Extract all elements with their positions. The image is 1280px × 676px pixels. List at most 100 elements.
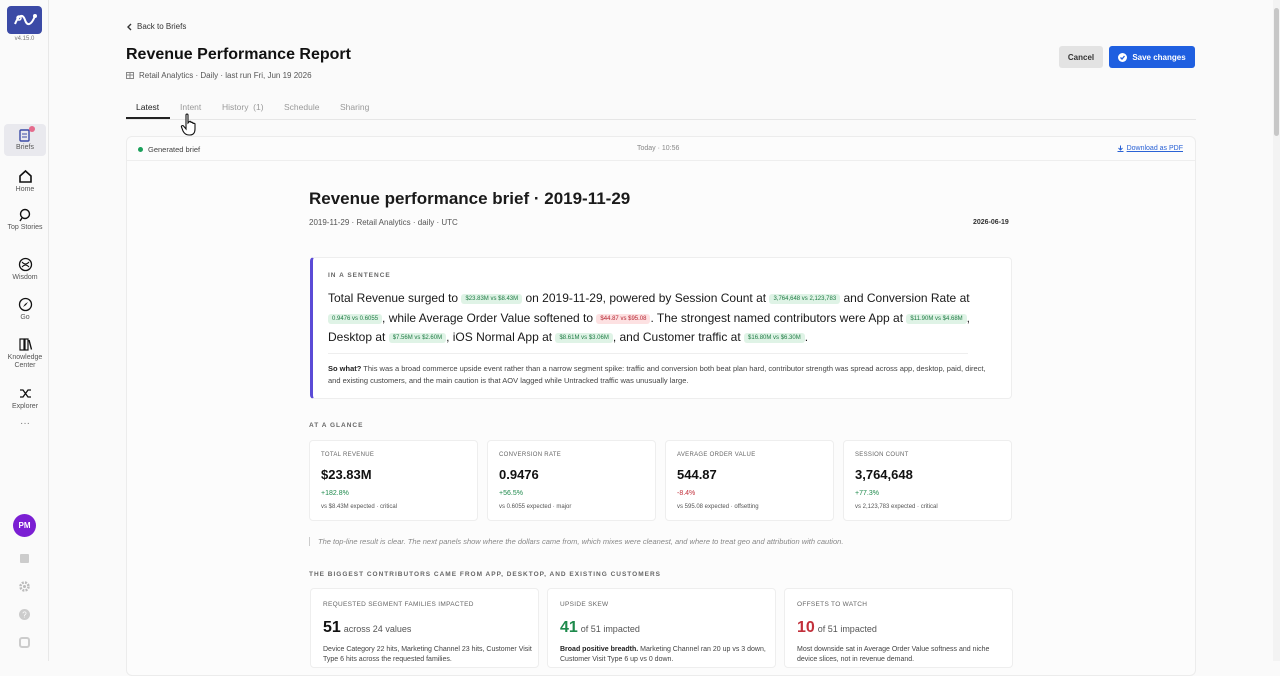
logo-icon — [13, 14, 37, 26]
layers-icon[interactable] — [18, 552, 31, 565]
brand-logo[interactable] — [7, 6, 42, 34]
tab-latest[interactable]: Latest — [136, 102, 159, 112]
divider — [328, 353, 968, 354]
generated-status: Generated brief — [138, 145, 200, 154]
back-link[interactable]: Back to Briefs — [126, 22, 186, 31]
kpi-delta: +182.8% — [321, 490, 349, 497]
sentence-part: Total Revenue surged to — [328, 291, 459, 305]
nav-item-knowledge-center[interactable]: Knowledge Center — [4, 337, 46, 370]
status-dot-icon — [138, 147, 143, 152]
nav-label-explorer: Explorer — [11, 403, 39, 410]
tab-schedule[interactable]: Schedule — [284, 102, 319, 112]
card-offsets: OFFSETS TO WATCH 10 of 51 impacted Most d… — [784, 588, 1013, 668]
scrollbar[interactable] — [1273, 0, 1280, 661]
card-metric: 51 across 24 values — [323, 619, 411, 637]
kpi-note: vs 0.6055 expected · major — [499, 504, 572, 510]
card-number: 41 — [560, 619, 578, 636]
check-circle-icon — [1118, 52, 1128, 62]
help-icon[interactable]: ? — [18, 608, 31, 621]
knowledge-center-icon — [18, 338, 32, 351]
cancel-button[interactable]: Cancel — [1059, 46, 1103, 68]
card-sub: of 51 impacted — [817, 624, 877, 634]
kpi-card-conversion-rate: CONVERSION RATE 0.9476 +56.5% vs 0.6055 … — [487, 440, 656, 521]
go-icon — [18, 297, 32, 312]
brief-date: 2026-06-19 — [973, 219, 1009, 226]
tab-intent[interactable]: Intent — [180, 102, 201, 112]
nav-label-knowledge-center: Knowledge Center — [7, 354, 43, 369]
status-text: Generated brief — [148, 145, 201, 154]
avatar[interactable]: PM — [13, 514, 36, 537]
download-icon — [1117, 145, 1124, 152]
kpi-card-session-count: SESSION COUNT 3,764,648 +77.3% vs 2,123,… — [843, 440, 1012, 521]
transition-note: The top-line result is clear. The next p… — [309, 537, 843, 546]
app-version: v4.15.0 — [14, 36, 35, 42]
so-what: So what? This was a broad commerce upsid… — [328, 363, 993, 387]
sentence-part: . The strongest named contributors were … — [650, 310, 904, 325]
chevron-left-icon — [127, 23, 132, 30]
card-body-bold: Broad positive breadth. — [560, 646, 639, 653]
nav-item-home[interactable]: Home — [4, 169, 46, 194]
nav-item-briefs[interactable]: Briefs — [4, 124, 46, 156]
panel-header: Generated brief Today · 10:56 Download a… — [127, 137, 1195, 161]
sentence-text: Total Revenue surged to $23.83M vs $8.43… — [328, 289, 998, 348]
sentence-label: IN A SENTENCE — [328, 272, 391, 279]
kpi-note: vs 2,123,783 expected · critical — [855, 504, 938, 510]
value-pill: $11.90M vs $4.68M — [906, 313, 967, 324]
kpi-label: CONVERSION RATE — [499, 452, 562, 458]
card-sub: of 51 impacted — [580, 624, 640, 634]
page-subtitle: Retail Analytics · Daily · last run Fri,… — [126, 71, 312, 80]
nav-item-wisdom[interactable]: Wisdom — [4, 257, 46, 282]
nav-label-briefs: Briefs — [16, 144, 34, 151]
save-label: Save changes — [1132, 52, 1186, 62]
download-pdf-link[interactable]: Download as PDF — [1117, 145, 1183, 152]
expand-icon[interactable] — [18, 636, 31, 649]
top-stories-icon — [19, 208, 31, 222]
tab-history[interactable]: History (1) — [222, 102, 264, 112]
save-button[interactable]: Save changes — [1109, 46, 1195, 68]
value-pill: $7.56M vs $2.60M — [388, 333, 447, 343]
tab-sharing[interactable]: Sharing — [340, 102, 369, 112]
subtitle-text: Retail Analytics · Daily · last run Fri,… — [139, 71, 312, 80]
kpi-label: SESSION COUNT — [855, 452, 909, 458]
home-icon — [18, 169, 32, 183]
back-label: Back to Briefs — [137, 22, 187, 31]
card-upside-skew: UPSIDE SKEW 41 of 51 impacted Broad posit… — [547, 588, 776, 668]
nav-item-go[interactable]: Go — [4, 297, 46, 322]
kpi-note: vs 595.08 expected · offsetting — [677, 504, 759, 510]
sentence-part: on 2019-11-29, powered by Session Count … — [525, 291, 767, 305]
nav-label-go: Go — [20, 314, 30, 321]
scrollbar-thumb[interactable] — [1274, 8, 1279, 136]
sentence-part: . — [804, 330, 809, 344]
value-pill: $8.61M vs $3.06M — [555, 333, 613, 343]
nav-rail: v4.15.0 Briefs Home Top Stories Wisdom G… — [0, 0, 49, 661]
card-number: 51 — [323, 619, 341, 636]
kpi-label: AVERAGE ORDER VALUE — [677, 452, 756, 458]
so-what-text: This was a broad commerce upside event r… — [328, 364, 986, 385]
brief-title: Revenue performance brief · 2019-11-29 — [309, 189, 631, 208]
svg-text:?: ? — [22, 611, 27, 620]
kpi-delta: +77.3% — [855, 490, 879, 497]
kpi-delta: +56.5% — [499, 490, 523, 497]
sentence-part: and Conversion Rate at — [843, 291, 970, 305]
active-tab-indicator — [126, 117, 170, 119]
glance-label: AT A GLANCE — [309, 422, 364, 429]
card-metric: 10 of 51 impacted — [797, 619, 877, 637]
card-segment-families: REQUESTED SEGMENT FAMILIES IMPACTED 51 ac… — [310, 588, 539, 668]
nav-item-top-stories[interactable]: Top Stories — [4, 208, 46, 232]
settings-icon[interactable] — [18, 580, 31, 593]
card-body: Broad positive breadth. Marketing Channe… — [560, 645, 770, 665]
card-number: 10 — [797, 619, 815, 636]
wisdom-icon — [18, 257, 32, 272]
card-metric: 41 of 51 impacted — [560, 619, 640, 637]
more-icon[interactable]: ··· — [4, 419, 46, 429]
nav-item-explorer[interactable]: Explorer — [4, 386, 46, 411]
notification-badge — [29, 126, 35, 132]
card-label: OFFSETS TO WATCH — [797, 601, 868, 608]
kpi-value: 0.9476 — [499, 467, 539, 482]
value-pill: 3,764,648 vs 2,123,783 — [769, 294, 841, 304]
nav-label-wisdom: Wisdom — [12, 274, 38, 281]
nav-label-top-stories: Top Stories — [7, 224, 43, 231]
card-sub: across 24 values — [343, 624, 412, 634]
download-label: Download as PDF — [1126, 145, 1183, 152]
kpi-value: $23.83M — [321, 467, 372, 482]
